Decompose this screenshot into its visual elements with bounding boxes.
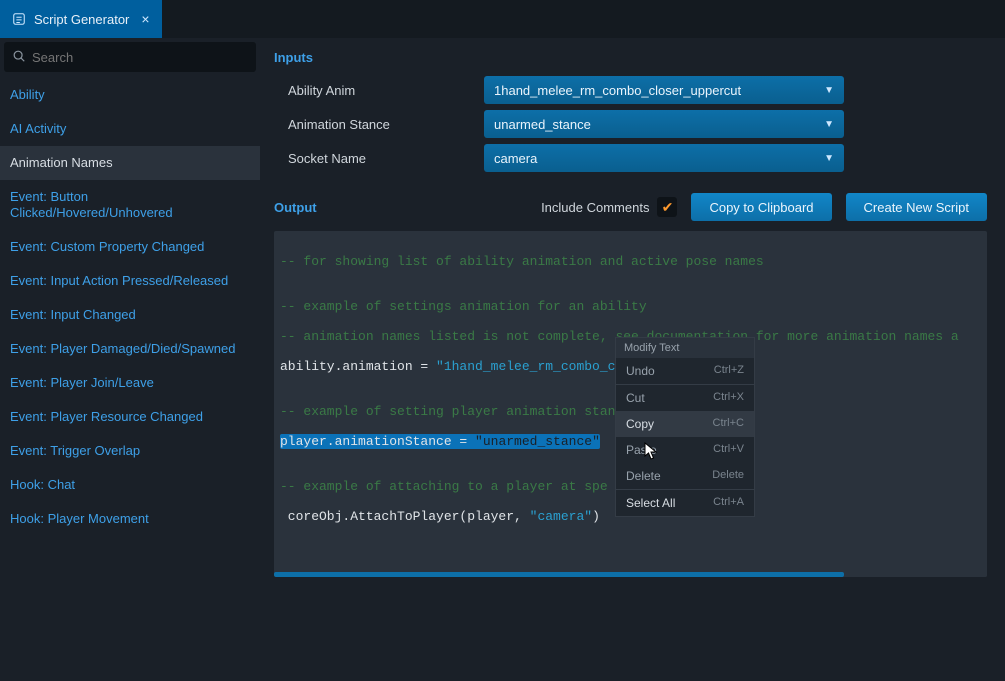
script-icon [12,12,26,26]
chevron-down-icon: ▼ [824,153,834,164]
sidebar-list: Ability AI Activity Animation Names Even… [0,76,260,536]
sidebar-item[interactable]: Ability [0,78,260,112]
copy-to-clipboard-button[interactable]: Copy to Clipboard [691,193,831,221]
chevron-down-icon: ▼ [824,85,834,96]
context-menu-undo[interactable]: Undo Ctrl+Z [616,358,754,384]
sidebar-item[interactable]: Event: Button Clicked/Hovered/Unhovered [0,180,260,230]
dropdown-ability-anim[interactable]: 1hand_melee_rm_combo_closer_uppercut ▼ [484,76,844,104]
context-menu-paste[interactable]: Paste Ctrl+V [616,437,754,463]
sidebar-item[interactable]: Event: Input Changed [0,298,260,332]
code-comment: -- example of settings animation for an … [280,299,647,314]
sidebar-item[interactable]: Event: Player Join/Leave [0,366,260,400]
include-comments-label: Include Comments [541,200,649,215]
input-label: Socket Name [274,151,484,166]
context-menu-shortcut: Ctrl+A [713,496,744,510]
search-icon [12,49,26,66]
sidebar-item[interactable]: Event: Input Action Pressed/Released [0,264,260,298]
context-menu-select-all[interactable]: Select All Ctrl+A [616,490,754,516]
sidebar-item[interactable]: Hook: Player Movement [0,502,260,536]
output-title: Output [274,200,317,215]
search-input[interactable] [32,50,248,65]
dropdown-animation-stance[interactable]: unarmed_stance ▼ [484,110,844,138]
context-menu-cut[interactable]: Cut Ctrl+X [616,385,754,411]
sidebar-item[interactable]: Event: Player Damaged/Died/Spawned [0,332,260,366]
context-menu-shortcut: Ctrl+C [713,417,744,431]
input-row: Animation Stance unarmed_stance ▼ [274,107,987,141]
code-selection: player.animationStance = "unarmed_stance… [280,434,600,449]
context-menu-shortcut: Ctrl+Z [714,364,744,378]
context-menu-label: Copy [626,417,654,431]
chevron-down-icon: ▼ [824,119,834,130]
search-box[interactable] [4,42,256,72]
close-icon[interactable]: × [141,11,149,27]
tab-script-generator[interactable]: Script Generator × [0,0,162,38]
code-comment: -- example of attaching to a player at s… [280,479,608,494]
sidebar-item[interactable]: Hook: Chat [0,468,260,502]
context-menu-label: Select All [626,496,675,510]
context-menu-header: Modify Text [616,338,754,358]
input-row: Ability Anim 1hand_melee_rm_combo_closer… [274,73,987,107]
create-new-script-button[interactable]: Create New Script [846,193,987,221]
inputs-title: Inputs [274,50,987,65]
input-label: Ability Anim [274,83,484,98]
code-text: ) [592,509,600,524]
dropdown-value: 1hand_melee_rm_combo_closer_uppercut [494,83,741,98]
sidebar-item[interactable]: Event: Player Resource Changed [0,400,260,434]
context-menu-copy[interactable]: Copy Ctrl+C [616,411,754,437]
context-menu-label: Delete [626,469,661,483]
inputs-section: Inputs Ability Anim 1hand_melee_rm_combo… [274,50,987,175]
code-comment: -- for showing list of ability animation… [280,254,764,269]
dropdown-socket-name[interactable]: camera ▼ [484,144,844,172]
sidebar-item[interactable]: AI Activity [0,112,260,146]
include-comments-checkbox[interactable]: ✔ [657,197,677,217]
check-icon: ✔ [662,199,674,216]
sidebar: Ability AI Activity Animation Names Even… [0,38,260,681]
context-menu-shortcut: Delete [712,469,744,483]
sidebar-item[interactable]: Event: Trigger Overlap [0,434,260,468]
code-text: ability.animation = [280,359,436,374]
context-menu-shortcut: Ctrl+V [713,443,744,457]
input-row: Socket Name camera ▼ [274,141,987,175]
include-comments-row: Include Comments ✔ [541,197,677,217]
code-comment: -- example of setting player animation s… [280,404,631,419]
context-menu-shortcut: Ctrl+X [713,391,744,405]
context-menu-label: Undo [626,364,655,378]
context-menu-label: Paste [626,443,657,457]
sidebar-item[interactable]: Animation Names [0,146,260,180]
sidebar-item[interactable]: Event: Custom Property Changed [0,230,260,264]
scrollbar-horizontal[interactable] [274,572,987,577]
scrollbar-thumb[interactable] [274,572,844,577]
tab-bar: Script Generator × [0,0,1005,38]
code-text: coreObj.AttachToPlayer(player, [280,509,530,524]
code-string: "camera" [530,509,592,524]
dropdown-value: camera [494,151,537,166]
context-menu-label: Cut [626,391,645,405]
input-label: Animation Stance [274,117,484,132]
context-menu: Modify Text Undo Ctrl+Z Cut Ctrl+X Copy … [615,337,755,517]
dropdown-value: unarmed_stance [494,117,591,132]
tab-title: Script Generator [34,12,129,27]
output-bar: Output Include Comments ✔ Copy to Clipbo… [274,193,987,221]
context-menu-delete[interactable]: Delete Delete [616,463,754,489]
